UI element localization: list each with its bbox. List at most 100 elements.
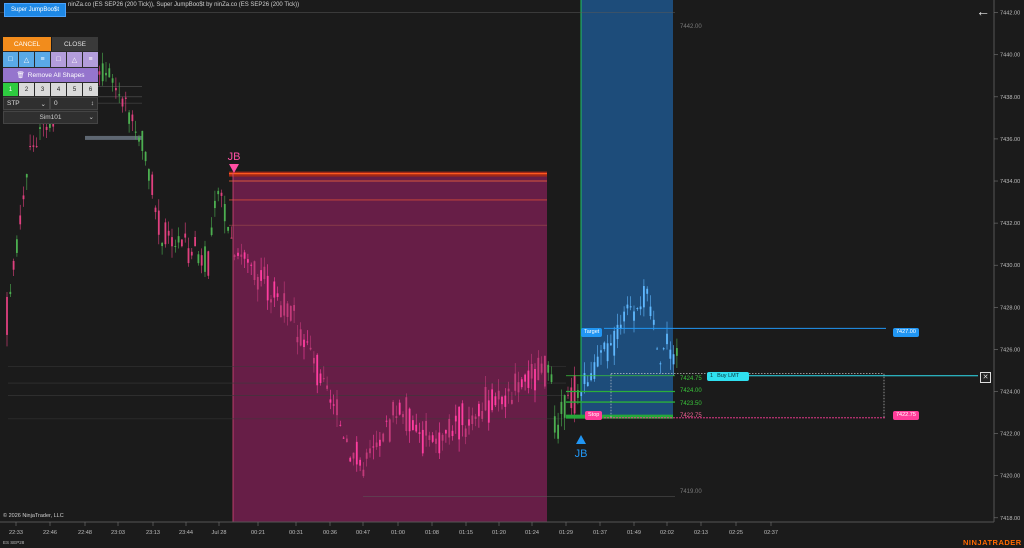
y-tick-label: 7436.00: [1000, 137, 1020, 143]
back-arrow-icon[interactable]: ←: [975, 3, 991, 19]
candle-body: [174, 245, 177, 247]
triangle-icon[interactable]: △: [19, 52, 34, 67]
target-tag[interactable]: Target: [581, 328, 603, 337]
candle-body: [504, 395, 507, 407]
buy-qty: 1: [710, 373, 714, 379]
candle-body: [362, 469, 365, 477]
candle-body: [29, 145, 31, 147]
candle-body: [557, 424, 559, 439]
candle-body: [293, 305, 295, 311]
candle-body: [105, 72, 107, 76]
candle-body: [9, 291, 12, 295]
target-price-tag: 7427.00: [893, 328, 919, 337]
candle-body: [583, 373, 586, 385]
remove-all-shapes-button[interactable]: 🗑 Remove All Shapes: [3, 68, 98, 82]
candle-body: [200, 255, 203, 266]
candle-body: [388, 419, 391, 442]
cancel-button[interactable]: CANCEL: [3, 37, 52, 51]
candle-body: [207, 251, 210, 276]
candle-body: [659, 363, 662, 365]
stop-tag[interactable]: Stop: [585, 411, 603, 420]
y-tick-label: 7418.00: [1000, 516, 1020, 522]
candle-body: [474, 416, 477, 419]
candle-body: [445, 430, 447, 434]
candle-body: [468, 419, 470, 426]
candle-body: [289, 305, 292, 321]
buy-order-tag[interactable]: 1 Buy LMT: [707, 372, 749, 381]
candle-body: [167, 230, 170, 236]
candle-body: [395, 416, 398, 418]
quantity-input[interactable]: 0 ↕: [50, 97, 98, 110]
candle-body: [332, 404, 335, 406]
candle-body: [263, 266, 266, 280]
candle-body: [669, 349, 672, 359]
cancel-order-icon[interactable]: ✕: [980, 372, 991, 383]
y-tick-label: 7442.00: [1000, 11, 1020, 17]
lines-icon[interactable]: ≡: [83, 52, 98, 67]
candle-body: [306, 341, 309, 343]
y-tick-label: 7440.00: [1000, 53, 1020, 59]
candle-body: [649, 306, 652, 317]
candle-body: [616, 324, 619, 340]
quantity-tabs: 1 2 3 4 5 6: [3, 83, 98, 96]
x-tick-label: 02:13: [694, 530, 708, 536]
candle-body: [270, 299, 272, 303]
candle-body: [35, 146, 38, 148]
x-tick-label: 01:08: [425, 530, 439, 536]
close-button[interactable]: CLOSE: [52, 37, 98, 51]
candle-body: [494, 396, 497, 406]
candle-body: [197, 254, 200, 264]
price-chart[interactable]: 7442.00 7440.00 7438.00 7436.00 7434.00 7432.…: [0, 0, 1024, 548]
qty-tab-3[interactable]: 3: [35, 83, 50, 96]
candle-body: [326, 385, 328, 389]
candle-body: [273, 281, 276, 298]
candle-body: [138, 137, 140, 142]
candle-body: [247, 259, 249, 263]
y-tick-label: 7424.00: [1000, 390, 1020, 396]
triangle-icon[interactable]: △: [67, 52, 82, 67]
account-select[interactable]: Sim101 ⌄: [3, 111, 98, 124]
candle-body: [359, 459, 361, 466]
indicator-button[interactable]: Super JumpBoo$t: [4, 3, 66, 17]
candle-body: [164, 222, 167, 245]
candle-body: [339, 424, 342, 426]
candle-body: [636, 308, 639, 310]
x-tick-label: 00:36: [323, 530, 337, 536]
order-type-select[interactable]: STP ⌄: [3, 97, 50, 110]
candle-body: [415, 424, 418, 432]
candle-body: [124, 97, 127, 99]
candle-body: [629, 306, 632, 308]
candle-body: [448, 418, 451, 438]
qty-tab-1[interactable]: 1: [3, 83, 18, 96]
candle-body: [19, 215, 22, 225]
order-type-value: STP: [7, 100, 20, 107]
rectangle-icon[interactable]: □: [51, 52, 66, 67]
candle-body: [144, 151, 147, 162]
candle-body: [220, 192, 223, 196]
candle-body: [118, 94, 121, 96]
x-tick-label: Jul 28: [212, 530, 227, 536]
candle-body: [593, 362, 596, 379]
candle-body: [98, 71, 101, 75]
candle-body: [121, 98, 124, 107]
x-tick-label: 01:24: [525, 530, 539, 536]
candle-body: [530, 363, 533, 379]
candle-body: [148, 169, 150, 181]
candle-body: [431, 435, 434, 442]
qty-tab-5[interactable]: 5: [67, 83, 82, 96]
qty-tab-4[interactable]: 4: [51, 83, 66, 96]
qty-tab-6[interactable]: 6: [83, 83, 98, 96]
rectangle-icon[interactable]: □: [3, 52, 18, 67]
y-tick-label: 7430.00: [1000, 263, 1020, 269]
remove-label: Remove All Shapes: [27, 71, 85, 79]
candle-body: [491, 389, 493, 411]
qty-tab-2[interactable]: 2: [19, 83, 34, 96]
candle-body: [214, 200, 216, 209]
candle-body: [157, 210, 160, 235]
candle-body: [478, 403, 480, 417]
candle-body: [243, 252, 246, 259]
candle-body: [194, 237, 196, 247]
candle-body: [316, 354, 319, 386]
lines-icon[interactable]: ≡: [35, 52, 50, 67]
candle-body: [32, 145, 35, 147]
